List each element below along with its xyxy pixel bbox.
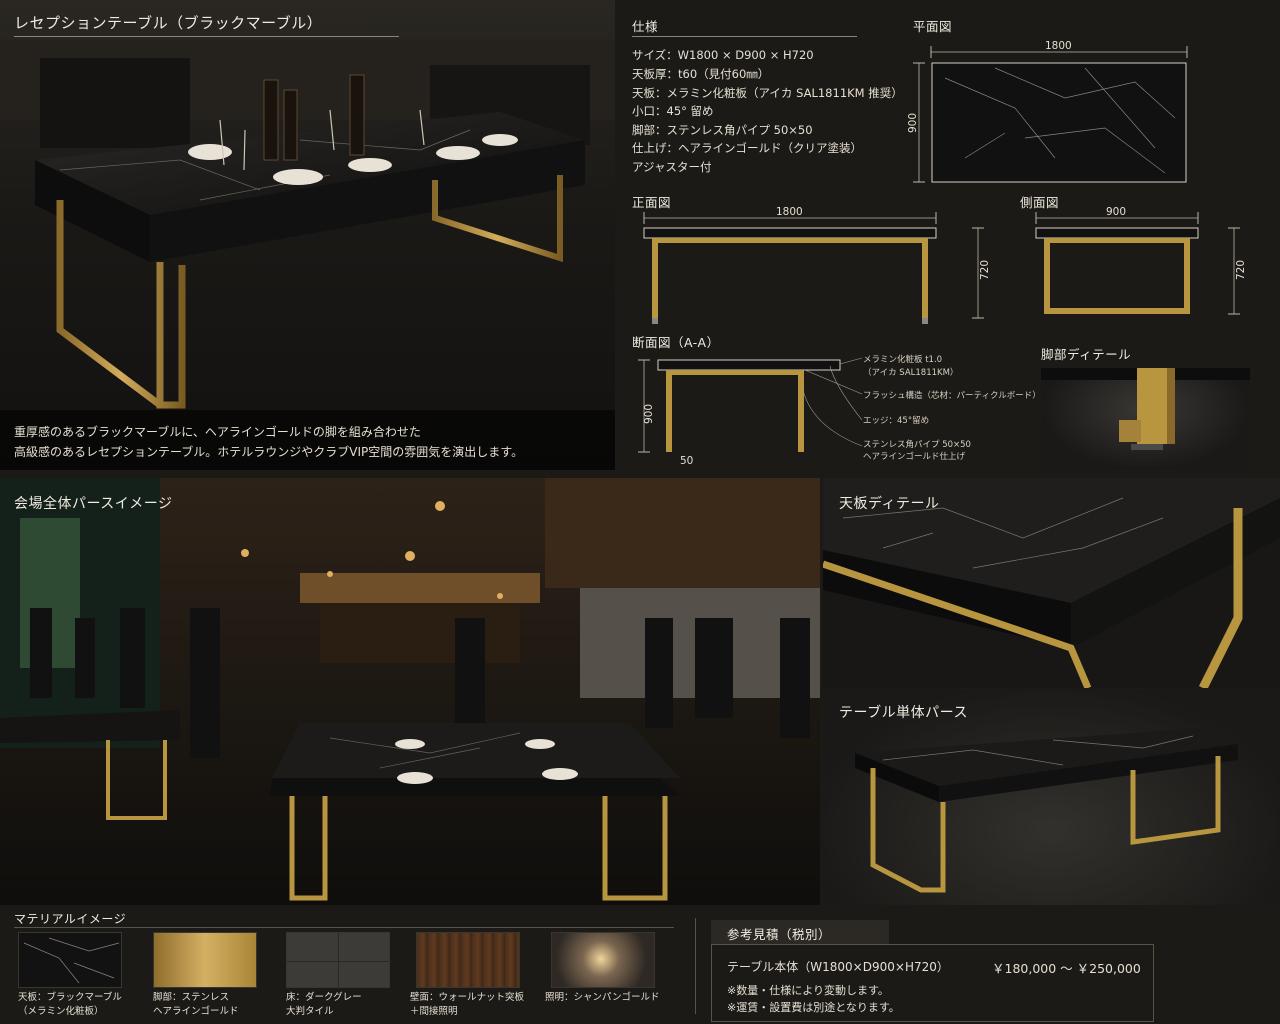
material-label-floor: 床：ダークグレー 大判タイル bbox=[286, 992, 362, 1017]
hero-table-illustration bbox=[0, 40, 615, 470]
material-label-top: 天板：ブラックマーブル （メラミン化粧板） bbox=[18, 992, 122, 1017]
spec-size: サイズ：W1800 × D900 × H720 bbox=[632, 48, 814, 62]
estimate-heading: 参考見積（税別） bbox=[727, 927, 832, 942]
front-height-label: 720 bbox=[979, 260, 991, 280]
side-view-drawing: 900 720 bbox=[1035, 206, 1247, 315]
front-view-drawing: 1800 720 bbox=[643, 206, 991, 324]
swatch-black-marble bbox=[18, 932, 122, 988]
spec-thickness: 天板厚：t60（見付60㎜） bbox=[632, 67, 770, 81]
single-table-heading: テーブル単体パース bbox=[839, 705, 968, 721]
front-heading: 正面図 bbox=[632, 195, 672, 210]
section-view-drawing: 900 50 メラミン化粧板 t1.0 （アイカ SAL1811KM） フラッシ… bbox=[638, 354, 1035, 467]
estimate-price: ￥180,000 〜 ￥250,000 bbox=[992, 961, 1141, 976]
hero-image-panel: レセプションテーブル（ブラックマーブル） 重厚感のあるブラックマーブルに、ヘアラ… bbox=[0, 0, 615, 470]
description-line-2: 高級感のあるレセプションテーブル。ホテルラウンジやクラブVIP空間の雰囲気を演出… bbox=[14, 445, 524, 459]
estimate-item: テーブル本体（W1800×D900×H720） bbox=[727, 960, 949, 974]
estimate-note-1: ※数量・仕様により変動します。 bbox=[727, 984, 889, 997]
section-callout-5: ステンレス角パイプ 50×50 bbox=[863, 439, 971, 450]
top-detail-heading: 天板ディテール bbox=[839, 496, 940, 512]
section-callout-1: メラミン化粧板 t1.0 bbox=[863, 354, 942, 365]
spec-leg: 脚部：ステンレス角パイプ 50×50 bbox=[632, 123, 813, 137]
plan-view-drawing: 1800 900 bbox=[907, 40, 1188, 183]
front-width-label: 1800 bbox=[776, 206, 803, 218]
spec-heading: 仕様 bbox=[632, 19, 659, 34]
side-height-label: 720 bbox=[1235, 260, 1247, 280]
plan-width-label: 1800 bbox=[1045, 40, 1072, 52]
page-title: レセプションテーブル（ブラックマーブル） bbox=[14, 14, 323, 32]
plan-depth-label: 900 bbox=[907, 113, 919, 133]
spec-edge: 小口：45° 留め bbox=[632, 104, 714, 118]
section-leg-label: 50 bbox=[680, 455, 693, 467]
description-line-1: 重厚感のあるブラックマーブルに、ヘアラインゴールドの脚を組み合わせた bbox=[14, 425, 421, 439]
swatch-gold bbox=[153, 932, 257, 988]
spec-finish: 仕上げ：ヘアラインゴールド（クリア塗装） bbox=[632, 141, 862, 155]
spec-top: 天板：メラミン化粧板（アイカ SAL1811KM 推奨） bbox=[632, 86, 903, 100]
venue-perspective-panel: 会場全体パースイメージ bbox=[0, 478, 820, 905]
materials-heading: マテリアルイメージ bbox=[14, 912, 127, 926]
swatch-walnut bbox=[416, 932, 520, 988]
top-detail-panel: 天板ディテール bbox=[823, 478, 1280, 688]
section-callout-6: ヘアラインゴールド仕上げ bbox=[863, 451, 966, 462]
section-callout-2: （アイカ SAL1811KM） bbox=[863, 367, 958, 378]
swatch-lighting bbox=[551, 932, 655, 988]
section-height-label: 900 bbox=[643, 404, 655, 424]
section-callout-4: エッジ：45°留め bbox=[863, 415, 929, 426]
leg-detail-image bbox=[1041, 368, 1250, 470]
swatch-grey-tile bbox=[286, 932, 391, 989]
material-label-leg: 脚部：ステンレス ヘアラインゴールド bbox=[153, 992, 239, 1017]
material-label-lighting: 照明：シャンパンゴールド bbox=[545, 992, 660, 1003]
material-label-wall: 壁面：ウォールナット突板 ＋間接照明 bbox=[410, 992, 525, 1017]
spec-adjuster: アジャスター付 bbox=[632, 160, 712, 174]
side-heading: 側面図 bbox=[1020, 195, 1060, 210]
section-heading: 断面図（A-A） bbox=[632, 335, 720, 350]
estimate-note-2: ※運賃・設置費は別途となります。 bbox=[727, 1001, 900, 1014]
section-callout-3: フラッシュ構造（芯材：パーティクルボード） bbox=[863, 390, 1035, 401]
plan-heading: 平面図 bbox=[913, 19, 953, 34]
side-width-label: 900 bbox=[1106, 206, 1126, 218]
leg-detail-heading: 脚部ディテール bbox=[1041, 347, 1132, 362]
single-table-panel: テーブル単体パース bbox=[823, 690, 1280, 905]
venue-heading: 会場全体パースイメージ bbox=[14, 496, 173, 512]
